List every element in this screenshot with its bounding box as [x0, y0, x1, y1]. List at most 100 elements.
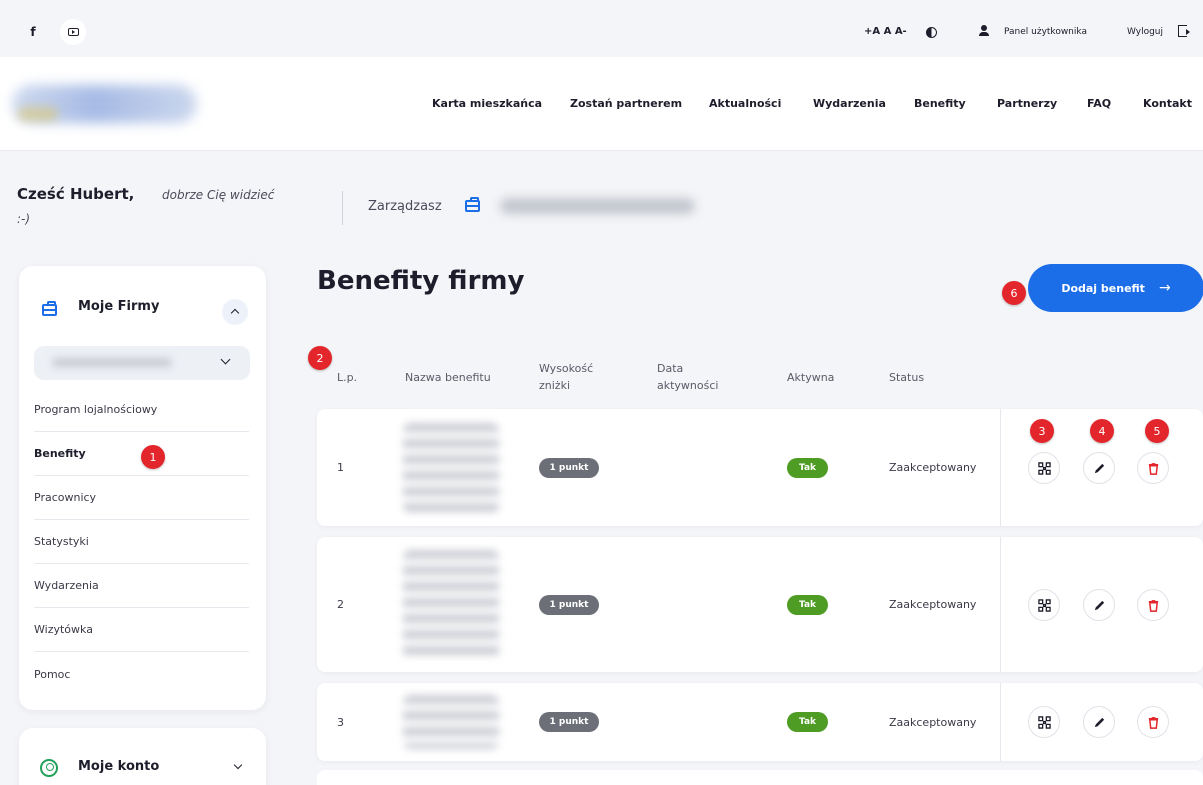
- sidebar-item-business-card[interactable]: Wizytówka: [34, 608, 249, 652]
- sidebar-item-label: Benefity: [34, 447, 86, 460]
- status-text: Zaakceptowany: [889, 716, 977, 729]
- nav-item-faq[interactable]: FAQ: [1087, 97, 1111, 110]
- nav-item-karta[interactable]: Karta mieszkańca: [432, 97, 542, 110]
- utility-bar: f +A A A- Panel użytkownika Wyloguj: [0, 10, 1203, 54]
- table-row: 3 1 punkt Tak Zaakceptowany: [317, 683, 1203, 761]
- sidebar-item-events[interactable]: Wydarzenia: [34, 564, 249, 608]
- annotation-marker: 4: [1090, 419, 1114, 443]
- pencil-icon: [1094, 600, 1104, 610]
- delete-button[interactable]: [1137, 452, 1169, 484]
- page-title: Benefity firmy: [317, 266, 525, 296]
- nav-item-contact[interactable]: Kontakt: [1143, 97, 1192, 110]
- qr-code-icon: [1037, 598, 1051, 612]
- active-badge: Tak: [787, 595, 828, 615]
- trash-icon: [1148, 462, 1158, 475]
- column-header-status: Status: [889, 371, 925, 384]
- status-text: Zaakceptowany: [889, 598, 977, 611]
- qr-code-icon: [1037, 715, 1051, 729]
- nav-item-news[interactable]: Aktualności: [709, 97, 781, 110]
- sidebar-firms-title[interactable]: Moje Firmy: [78, 299, 159, 314]
- logout-icon[interactable]: [1178, 25, 1190, 37]
- row-lp: 2: [337, 598, 344, 611]
- qr-code-button[interactable]: [1028, 452, 1060, 484]
- divider: [342, 191, 343, 225]
- annotation-marker: 3: [1030, 419, 1054, 443]
- benefit-name-redacted: [403, 423, 499, 513]
- sidebar-item-stats[interactable]: Statystyki: [34, 520, 249, 564]
- greeting-name: Cześć Hubert,: [17, 185, 135, 203]
- active-badge: Tak: [787, 712, 828, 732]
- status-text: Zaakceptowany: [889, 461, 977, 474]
- user-icon: [979, 25, 989, 37]
- nav-item-partner[interactable]: Zostań partnerem: [570, 97, 682, 110]
- delete-button[interactable]: [1137, 589, 1169, 621]
- qr-code-button[interactable]: [1028, 706, 1060, 738]
- edit-button[interactable]: [1083, 589, 1115, 621]
- row-divider: [1000, 537, 1001, 672]
- qr-code-button[interactable]: [1028, 589, 1060, 621]
- column-header-active: Aktywna: [787, 371, 835, 384]
- row-lp: 3: [337, 716, 344, 729]
- column-header-date-l1: Data: [657, 362, 684, 375]
- greeting-subtitle: dobrze Cię widzieć: [162, 188, 275, 202]
- edit-button[interactable]: [1083, 706, 1115, 738]
- chevron-down-icon[interactable]: [233, 760, 243, 770]
- sidebar-item-label: Pracownicy: [34, 491, 97, 504]
- main-navbar: Karta mieszkańca Zostań partnerem Aktual…: [0, 57, 1203, 151]
- sidebar-item-employees[interactable]: Pracownicy: [34, 476, 249, 520]
- sidebar-item-label: Wydarzenia: [34, 579, 99, 592]
- annotation-marker: 6: [1002, 281, 1026, 305]
- active-badge: Tak: [787, 458, 828, 478]
- row-divider: [1000, 683, 1001, 761]
- row-divider: [1000, 409, 1001, 526]
- nav-item-partners[interactable]: Partnerzy: [997, 97, 1057, 110]
- youtube-icon[interactable]: [60, 19, 86, 45]
- nav-item-benefits[interactable]: Benefity: [914, 97, 966, 110]
- annotation-marker: 1: [141, 445, 165, 469]
- column-header-discount: Wysokość zniżki: [539, 360, 593, 394]
- table-row: 2 1 punkt Tak Zaakceptowany: [317, 537, 1203, 672]
- pencil-icon: [1094, 463, 1104, 473]
- contrast-icon[interactable]: [926, 27, 937, 38]
- logout-link[interactable]: Wyloguj: [1127, 27, 1163, 37]
- benefit-name-redacted: [403, 695, 499, 749]
- add-benefit-label: Dodaj benefit: [1061, 281, 1145, 295]
- discount-badge: 1 punkt: [539, 458, 599, 478]
- sidebar-item-label: Pomoc: [34, 667, 71, 681]
- edit-button[interactable]: [1083, 452, 1115, 484]
- sidebar-item-label: Program lojalnościowy: [34, 403, 158, 416]
- trash-icon: [1148, 599, 1158, 612]
- sidebar-account-title[interactable]: Moje konto: [78, 759, 159, 774]
- column-header-date-l2: aktywności: [657, 379, 719, 392]
- trash-icon: [1148, 716, 1158, 729]
- chevron-up-icon[interactable]: [222, 299, 248, 325]
- discount-badge: 1 punkt: [539, 712, 599, 732]
- benefit-name-redacted: [403, 550, 499, 660]
- sidebar-item-label: Statystyki: [34, 535, 89, 548]
- column-header-name: Nazwa benefitu: [405, 371, 491, 384]
- sidebar-firms-card: Moje Firmy Program lojalnościowy Benefit…: [19, 266, 266, 710]
- arrow-right-icon: →: [1158, 280, 1171, 296]
- column-header-date: Data aktywności: [657, 360, 718, 394]
- facebook-icon[interactable]: f: [20, 19, 46, 45]
- sidebar-account-card[interactable]: Moje konto: [19, 728, 266, 785]
- add-benefit-button[interactable]: Dodaj benefit →: [1028, 264, 1203, 312]
- company-name-redacted: [500, 198, 695, 214]
- table-row: 1 1 punkt Tak Zaakceptowany: [317, 409, 1203, 526]
- briefcase-icon: [42, 301, 57, 316]
- company-select[interactable]: [34, 346, 250, 380]
- font-size-controls[interactable]: +A A A-: [864, 26, 907, 37]
- nav-item-events[interactable]: Wydarzenia: [813, 97, 886, 110]
- chevron-down-icon[interactable]: [220, 354, 231, 365]
- qr-code-icon: [1037, 461, 1051, 475]
- sidebar-item-loyalty[interactable]: Program lojalnościowy: [34, 388, 249, 432]
- annotation-marker: 5: [1145, 419, 1169, 443]
- sidebar-item-label: Wizytówka: [34, 623, 93, 636]
- discount-badge: 1 punkt: [539, 595, 599, 615]
- manage-label: Zarządzasz: [368, 199, 442, 214]
- briefcase-icon: [465, 197, 480, 212]
- row-lp: 1: [337, 461, 344, 474]
- delete-button[interactable]: [1137, 706, 1169, 738]
- sidebar-item-help[interactable]: Pomoc: [34, 652, 249, 696]
- user-panel-link[interactable]: Panel użytkownika: [1004, 27, 1087, 37]
